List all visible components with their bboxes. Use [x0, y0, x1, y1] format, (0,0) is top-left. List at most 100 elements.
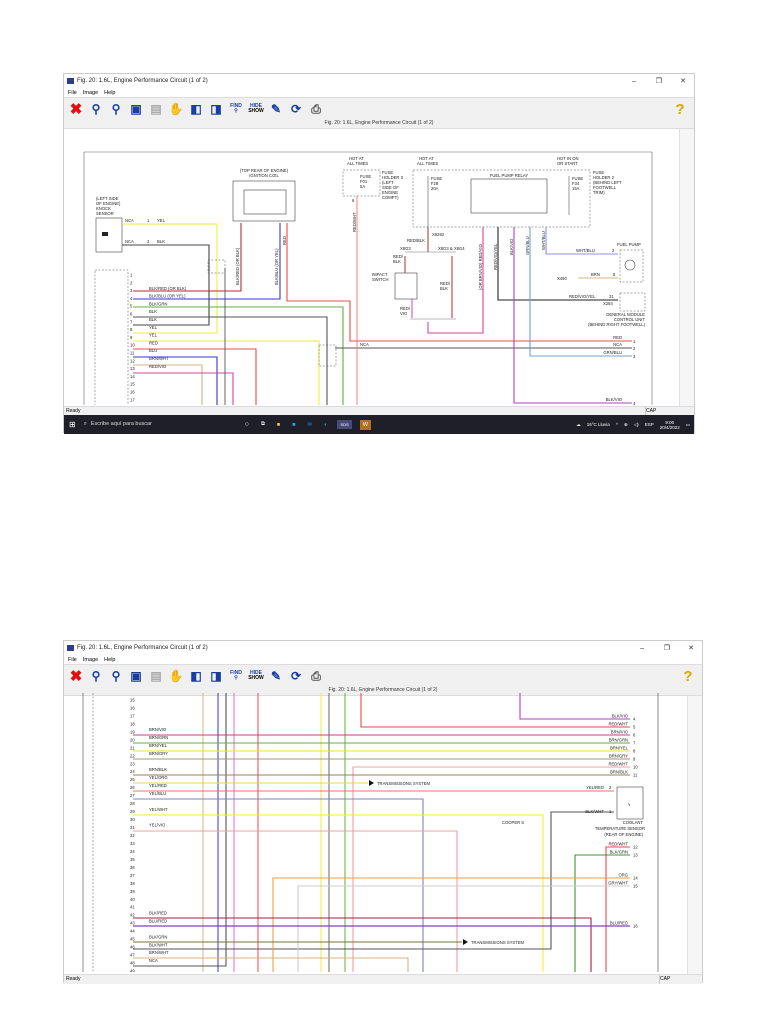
restore-button[interactable]: ❐ [656, 74, 662, 88]
word-app-icon[interactable]: W [359, 419, 371, 430]
menu-file[interactable]: File [68, 657, 77, 663]
hide-show-button[interactable]: HIDE SHOW [248, 668, 264, 684]
menu-bar: File Image Help [64, 88, 115, 97]
clock[interactable]: 9:00 20/4/2022 [660, 420, 680, 430]
window-title: Fig. 20: 1.6L, Engine Performance Circui… [77, 78, 208, 84]
output-wire-label: BRN/VIO [611, 730, 629, 735]
wire-label: BLK/BLU (OR YEL) [274, 248, 279, 285]
refresh-icon[interactable]: ⟳ [288, 668, 304, 684]
connector-pin-number: 16 [130, 390, 135, 395]
wiring-diagram-1[interactable]: (LEFT SIDE OF ENGINE) KNOCK SENSOR NCA 1… [64, 128, 679, 405]
connector-pin-number: 29 [130, 809, 135, 814]
next-page-icon[interactable]: ◨ [208, 101, 224, 117]
toolbar: ✖ ⚲ ⚲ ▣ ▤ ✋ ◧ ◨ FIND ⚲ HIDE SHOW ✎ ⟳ ⎙ ? [64, 97, 694, 121]
menu-help[interactable]: Help [104, 90, 115, 96]
close-window-button[interactable]: ✕ [688, 641, 694, 655]
close-window-button[interactable]: ✕ [680, 74, 686, 88]
windows-start-icon[interactable]: ⊞ [69, 420, 76, 429]
connector-pin-number: 7 [130, 319, 133, 324]
wire-label: BLK/RED (OR BLK) [235, 247, 240, 285]
volume-icon[interactable]: ◁) [634, 422, 639, 428]
menu-file[interactable]: File [68, 90, 77, 96]
notes-icon[interactable]: ✎ [268, 668, 284, 684]
vertical-scrollbar[interactable] [687, 696, 702, 974]
cortana-icon[interactable]: ○ [245, 421, 249, 428]
print-icon[interactable]: ⎙ [308, 101, 324, 117]
language-indicator[interactable]: ESP [645, 422, 654, 427]
sensor-label: (REAR OF ENGINE) [604, 832, 643, 837]
help-icon[interactable]: ? [672, 101, 688, 118]
previous-page-icon[interactable]: ◧ [188, 101, 204, 117]
zoom-in-icon[interactable]: ⚲ [88, 668, 104, 684]
thermistor-icon: ϟ [628, 802, 631, 807]
connector-wire-label: YEL/BLU [149, 791, 166, 796]
tray-chevron-icon[interactable]: ^ [616, 422, 618, 427]
connector-pin-number: 33 [130, 841, 135, 846]
pan-hand-icon[interactable]: ✋ [168, 101, 184, 117]
fuel-pump-motor-icon [624, 259, 636, 271]
output-wire-label: RED/WHT [608, 842, 628, 847]
connector-pin-number: 19 [130, 729, 135, 734]
connector-pin-number: 11 [130, 351, 135, 356]
connector-pin-number: 23 [130, 761, 135, 766]
pin-label: 2 [612, 248, 615, 253]
fit-page-icon[interactable]: ▣ [128, 101, 144, 117]
notes-icon[interactable]: ✎ [268, 101, 284, 117]
vertical-scrollbar[interactable] [679, 129, 694, 406]
wire-blu [133, 356, 218, 405]
hide-show-button[interactable]: HIDE SHOW [248, 101, 264, 117]
connector-wire-label: BLK [149, 309, 157, 314]
fuel-pump-label: FUEL PUMP [617, 242, 641, 247]
output-wire-label: BLU/RED [610, 921, 628, 926]
taskbar-search[interactable]: ⌕ Escribe aquí para buscar [84, 421, 239, 428]
mail-icon[interactable]: ✉ [308, 422, 313, 428]
zoom-in-icon[interactable]: ⚲ [88, 101, 104, 117]
print-icon[interactable]: ⎙ [308, 668, 324, 684]
fit-page-icon[interactable]: ▣ [128, 668, 144, 684]
notifications-icon[interactable]: ▭ [686, 422, 690, 428]
weather-text[interactable]: 16°C Lluvia [587, 422, 610, 427]
minimize-button[interactable]: – [632, 74, 636, 88]
zoom-out-icon[interactable]: ⚲ [108, 668, 124, 684]
wiring-diagram-2[interactable]: TRANSMISSIONS SYSTEM COOPER S TRANSMISSI… [64, 693, 688, 972]
wire-red-wht-12 [605, 846, 630, 972]
output-pin-number: 11 [633, 773, 638, 778]
connector-pin-number: 12 [130, 358, 135, 363]
connector-wire-label: RED/VIO [149, 364, 167, 369]
connector-wire-label: BLK/WHT [149, 942, 168, 947]
close-x-icon[interactable]: ✖ [68, 668, 84, 685]
pan-hand-icon[interactable]: ✋ [168, 668, 184, 684]
menu-help[interactable]: Help [104, 657, 115, 663]
menu-image[interactable]: Image [83, 90, 98, 96]
network-icon[interactable]: ⊕ [624, 422, 628, 428]
page-icon[interactable]: ▤ [148, 101, 164, 117]
zoom-out-icon[interactable]: ⚲ [108, 101, 124, 117]
find-button[interactable]: FIND ⚲ [228, 668, 244, 684]
menu-image[interactable]: Image [83, 657, 98, 663]
minimize-button[interactable]: – [640, 641, 644, 655]
help-icon[interactable]: ? [680, 668, 696, 685]
splice-label: X8G3 [400, 246, 411, 251]
next-page-icon[interactable]: ◨ [208, 668, 224, 684]
connector-label: X8282 [432, 232, 445, 237]
output-pin-number: 14 [633, 876, 638, 881]
connector-pin-number: 15 [130, 382, 135, 387]
output-pin-number: 12 [633, 845, 638, 850]
page-icon[interactable]: ▤ [148, 668, 164, 684]
file-explorer-icon[interactable]: ■ [277, 422, 280, 428]
connector-wire-label: YEL/ORG [149, 775, 168, 780]
edge-icon[interactable]: ◐ [324, 422, 327, 428]
sds-app-icon[interactable]: SDS [337, 420, 352, 429]
task-view-icon[interactable]: ⧉ [261, 421, 265, 428]
refresh-icon[interactable]: ⟳ [288, 101, 304, 117]
wire-label: RED/VIO/YEL [493, 243, 498, 270]
restore-button[interactable]: ❐ [664, 641, 670, 655]
knock-sensor-label: SENSOR [96, 211, 114, 216]
close-x-icon[interactable]: ✖ [68, 101, 84, 118]
connector-pin-number: 31 [130, 825, 135, 830]
find-button[interactable]: FIND ⚲ [228, 101, 244, 117]
store-icon[interactable]: ■ [292, 422, 295, 428]
previous-page-icon[interactable]: ◧ [188, 668, 204, 684]
output-pin-number: 16 [633, 924, 638, 929]
connector-pin-number: 17 [130, 397, 135, 402]
